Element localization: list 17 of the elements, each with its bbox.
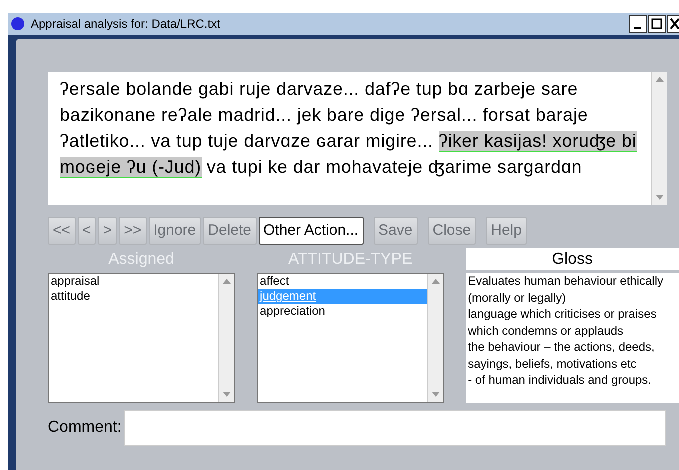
analysed-text: ʔersale bolande gabi ruje darvaze... dafʔe tup bɑ zarbeje sare bazikonane reʔale madrid... jek bare dige ʔersal... forsat baraje ʔatletiko... va tup tuje darvɑze ɢarar migire... ʔiker kasijas! xoruʤe bi moɢeje ʔu (-Jud) va tupi ke dar mohavateje ʤarime sargardɑn xyxy=(59,78,638,180)
list-item[interactable]: judgement xyxy=(258,289,428,304)
list-item[interactable]: appreciation xyxy=(258,304,428,319)
gloss-line: the behaviour – the actions, deeds, xyxy=(468,339,656,356)
gloss-line: which condemns or applauds xyxy=(468,322,624,339)
toolbar-button[interactable]: Other Action... xyxy=(258,217,364,245)
window-title: Appraisal analysis for: Data/LRC.txt xyxy=(31,16,222,33)
gloss-heading: Gloss xyxy=(466,248,679,270)
list-item[interactable]: attitude xyxy=(49,289,218,304)
comment-label: Comment: xyxy=(48,418,122,438)
gloss-line: language which criticises or praises xyxy=(468,306,658,322)
gloss-line: Evaluates human behaviour ethically xyxy=(468,273,665,290)
gloss-line: sayings, beliefs, motivations etc xyxy=(468,356,638,372)
gloss-line: (morally or legally) xyxy=(468,290,568,306)
gloss-line: - of human individuals and groups. xyxy=(468,372,653,388)
list-item[interactable]: affect xyxy=(258,274,428,289)
list-item[interactable]: appraisal xyxy=(49,274,218,289)
